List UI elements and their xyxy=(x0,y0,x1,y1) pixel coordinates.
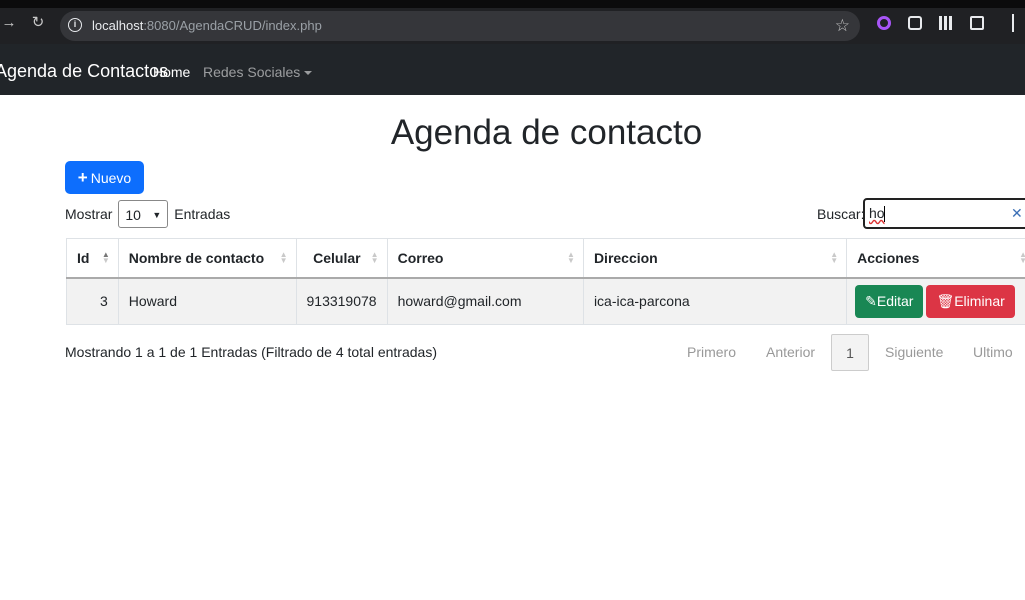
nav-home[interactable]: Home xyxy=(153,64,190,80)
pagination-last[interactable]: Ultimo xyxy=(973,344,1013,360)
sort-icon: ▲ ▼ xyxy=(567,250,575,265)
cell-id: 3 xyxy=(66,277,119,325)
search-value: ho xyxy=(869,205,885,221)
header-celular-label: Celular xyxy=(313,249,361,266)
forward-icon[interactable]: → xyxy=(0,14,18,32)
chevron-down-icon: ▼ xyxy=(152,210,162,220)
tab-strip xyxy=(0,0,1025,8)
cell-correo: howard@gmail.com xyxy=(386,277,584,325)
caret-down-icon xyxy=(304,71,313,76)
header-acciones[interactable]: Acciones ▲ ▼ xyxy=(846,238,1025,279)
table-header-row: Id ▲ ▼ Nombre de contacto ▲ ▼ Celular ▲ ▼ Corr… xyxy=(66,238,1025,279)
opera-extension-icon[interactable] xyxy=(877,16,891,30)
new-contact-button[interactable]: + Nuevo xyxy=(65,161,144,194)
browser-toolbar: → ↻ i localhost:8080/AgendaCRUD/index.ph… xyxy=(0,0,1025,44)
pagination-page-1[interactable]: 1 xyxy=(831,334,869,371)
header-acciones-label: Acciones xyxy=(857,249,920,266)
bookmark-star-icon[interactable]: ☆ xyxy=(835,16,850,36)
entries-length-control: Mostrar 10 ▼ Entradas xyxy=(65,200,230,228)
sort-icon: ▲ ▼ xyxy=(1019,250,1025,265)
header-nombre-label: Nombre de contacto xyxy=(128,249,265,266)
nav-redes-sociales-dropdown[interactable]: Redes Sociales xyxy=(203,64,313,80)
header-celular[interactable]: Celular ▲ ▼ xyxy=(295,238,388,279)
extension-icon[interactable] xyxy=(908,16,922,30)
delete-label: Eliminar xyxy=(954,292,1005,309)
url-text[interactable]: localhost:8080/AgendaCRUD/index.php xyxy=(92,18,322,33)
navbar: Agenda de Contactos Home Redes Sociales xyxy=(0,44,1025,95)
length-select[interactable]: 10 ▼ xyxy=(118,200,169,228)
search-input[interactable]: ho ✕ xyxy=(863,198,1025,229)
contacts-table: Id ▲ ▼ Nombre de contacto ▲ ▼ Celular ▲ ▼ Corr… xyxy=(66,238,1025,325)
text-cursor xyxy=(884,206,885,222)
header-correo[interactable]: Correo ▲ ▼ xyxy=(386,238,584,279)
header-nombre[interactable]: Nombre de contacto ▲ ▼ xyxy=(117,238,297,279)
extensions-puzzle-icon[interactable] xyxy=(970,16,984,30)
header-direccion[interactable]: Direccion ▲ ▼ xyxy=(582,238,848,279)
cell-acciones: ✎Editar 🗑Eliminar xyxy=(846,277,1025,325)
sort-icon: ▲ ▼ xyxy=(370,250,379,265)
address-bar[interactable]: i localhost:8080/AgendaCRUD/index.php ☆ xyxy=(60,11,860,41)
length-suffix: Entradas xyxy=(174,206,231,222)
header-id[interactable]: Id ▲ ▼ xyxy=(66,238,119,279)
pagination-first[interactable]: Primero xyxy=(687,344,736,360)
pagination-next[interactable]: Siguiente xyxy=(885,344,943,360)
length-value: 10 xyxy=(125,207,141,223)
sort-icon: ▲ ▼ xyxy=(279,250,288,265)
edit-icon: ✎ xyxy=(865,292,877,309)
pagination-previous[interactable]: Anterior xyxy=(766,344,815,360)
table-row: 3 Howard 913319078 howard@gmail.com ica-… xyxy=(66,277,1025,325)
edit-button[interactable]: ✎Editar xyxy=(855,284,924,318)
cell-celular: 913319078 xyxy=(295,277,388,325)
search-label: Buscar: xyxy=(817,206,865,222)
site-info-icon[interactable]: i xyxy=(68,18,82,32)
sort-icon: ▲ ▼ xyxy=(830,250,839,265)
header-correo-label: Correo xyxy=(397,249,444,266)
nav-redes-label: Redes Sociales xyxy=(203,64,301,80)
page-title: Agenda de contacto xyxy=(390,113,703,152)
header-direccion-label: Direccion xyxy=(593,249,658,266)
download-icon[interactable] xyxy=(1012,14,1025,32)
sort-asc-icon: ▲ ▼ xyxy=(101,250,110,265)
table-info: Mostrando 1 a 1 de 1 Entradas (Filtrado … xyxy=(65,344,437,360)
qr-code-icon[interactable] xyxy=(939,16,953,30)
cell-direccion: ica-ica-parcona xyxy=(582,277,848,325)
trash-icon: 🗑 xyxy=(936,292,955,309)
clear-search-icon[interactable]: ✕ xyxy=(1011,205,1023,222)
reload-icon[interactable]: ↻ xyxy=(29,14,47,32)
navbar-brand[interactable]: Agenda de Contactos xyxy=(0,61,168,82)
new-button-label: Nuevo xyxy=(90,170,132,186)
header-id-label: Id xyxy=(77,249,90,266)
cell-nombre: Howard xyxy=(117,277,297,325)
plus-icon: + xyxy=(77,168,88,187)
length-prefix: Mostrar xyxy=(65,206,113,222)
edit-label: Editar xyxy=(876,292,914,309)
delete-button[interactable]: 🗑Eliminar xyxy=(926,284,1015,318)
